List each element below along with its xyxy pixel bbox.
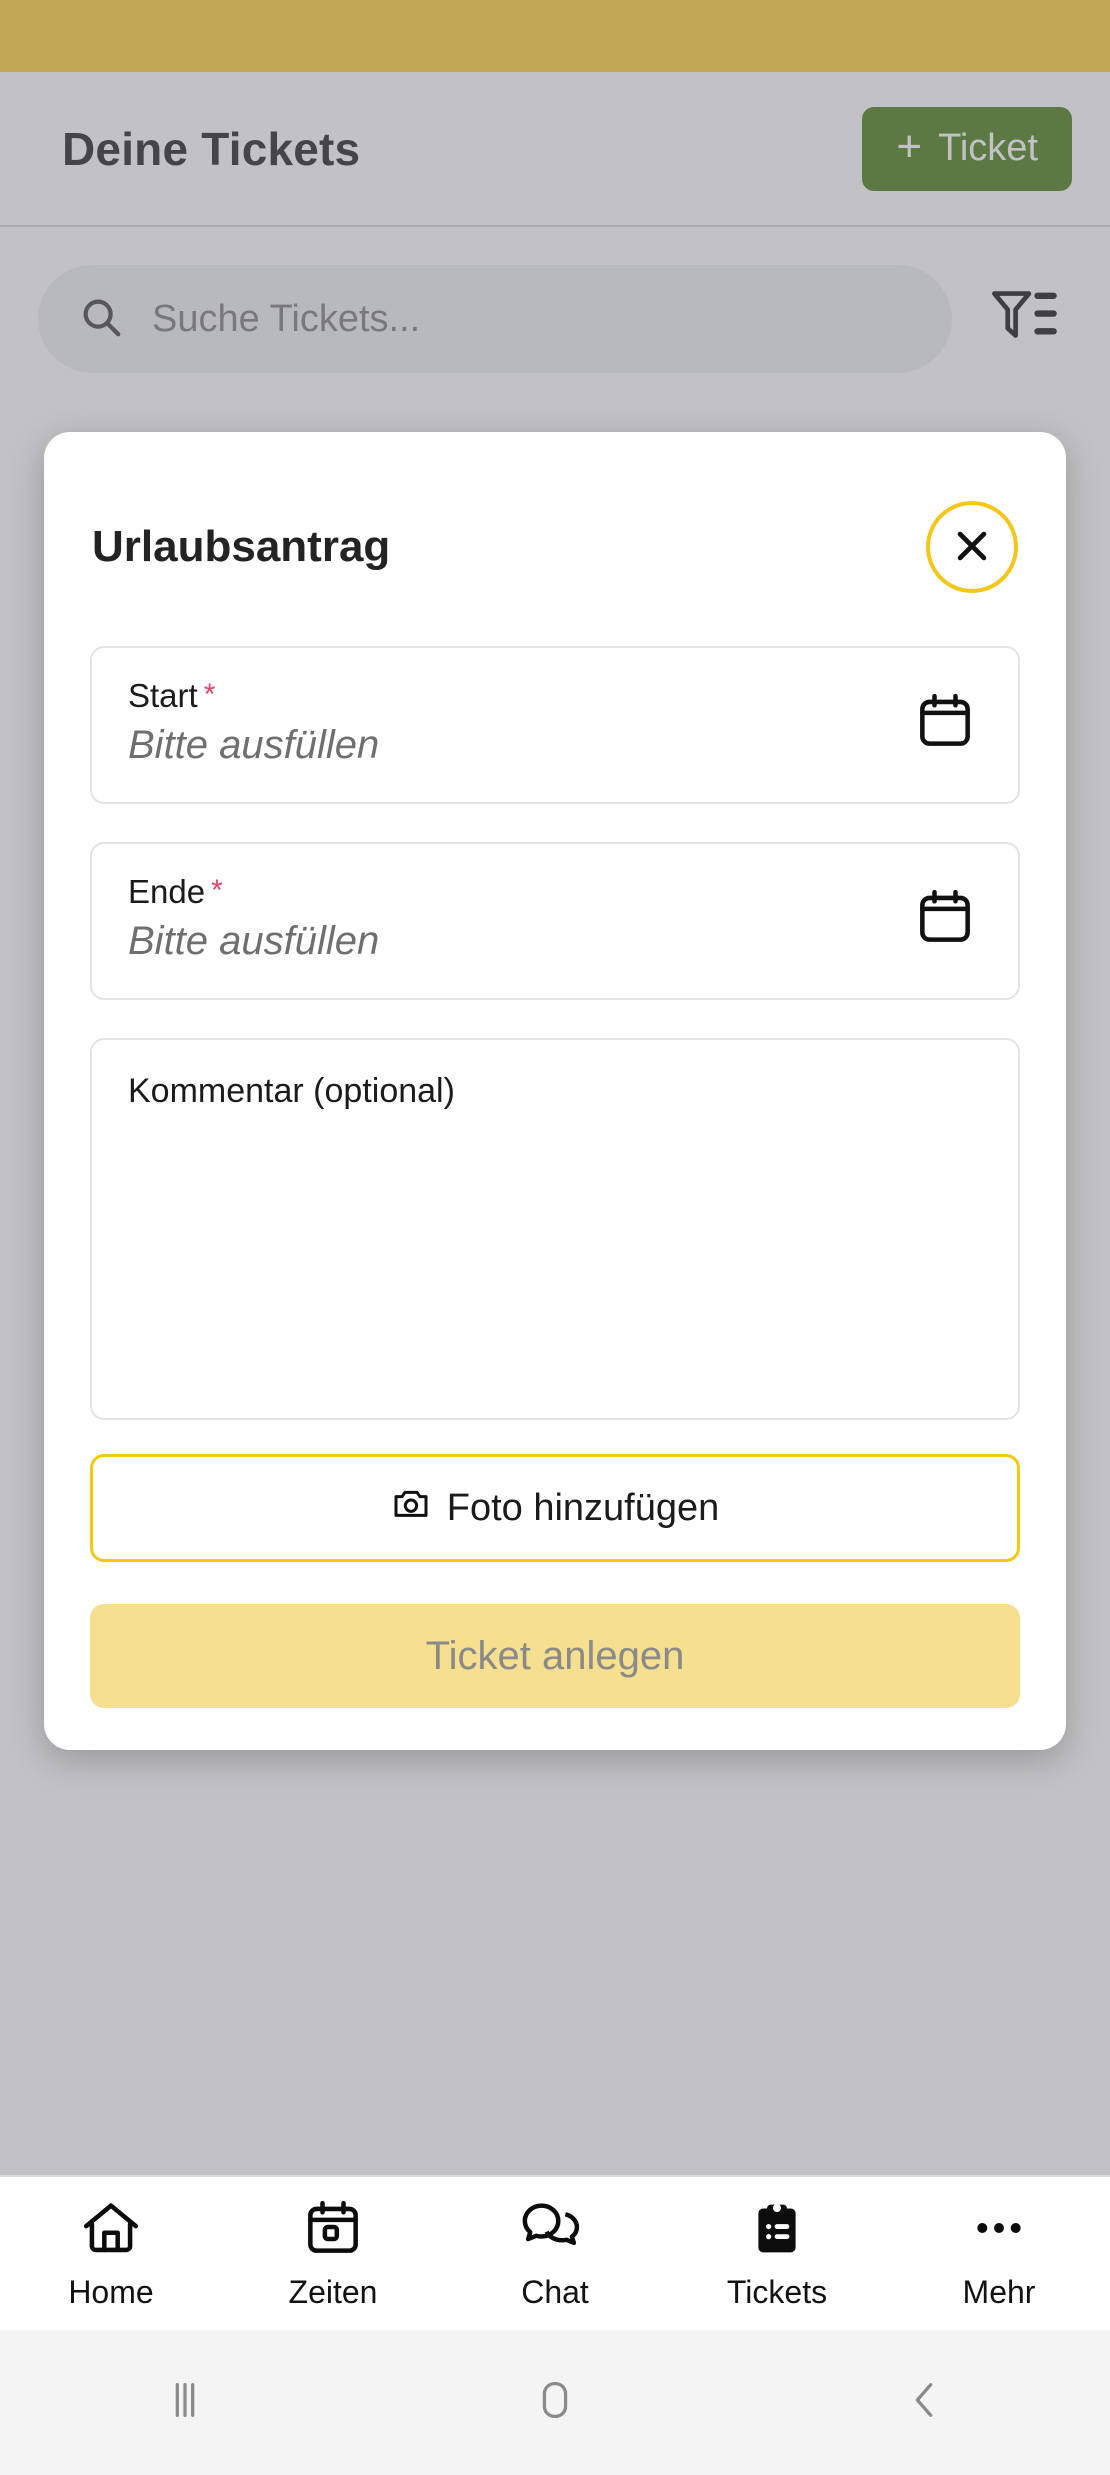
start-field-label-row: Start * [128,676,379,714]
comment-textarea[interactable]: Kommentar (optional) [90,1038,1020,1420]
required-asterisk: * [203,677,216,711]
end-field-label-row: Ende * [128,872,379,910]
modal-body: Start * Bitte ausfüllen Ende * Bitte aus… [44,602,1066,1708]
end-field-value: Bitte ausfüllen [128,919,380,964]
start-field-label: Start [128,676,198,714]
end-calendar-button[interactable] [914,886,982,953]
more-dots-icon [968,2197,1030,2264]
nav-label-tickets: Tickets [726,2273,828,2310]
close-modal-button[interactable] [926,501,1018,593]
calendar-icon [914,889,976,952]
recents-icon [162,2374,208,2431]
nav-item-home[interactable]: Home [0,2197,222,2311]
calendar-icon [914,693,976,756]
nav-label-mehr: Mehr [962,2273,1036,2310]
home-button[interactable] [370,2374,740,2431]
comment-placeholder: Kommentar (optional) [128,1072,455,1110]
start-calendar-button[interactable] [914,690,982,757]
start-date-field[interactable]: Start * Bitte ausfüllen [90,646,1020,804]
home-icon [80,2197,142,2264]
nav-item-tickets[interactable]: Tickets [666,2197,888,2311]
end-date-field[interactable]: Ende * Bitte ausfüllen [90,842,1020,1000]
nav-item-chat[interactable]: Chat [444,2197,666,2311]
back-chevron-icon [902,2374,948,2431]
required-asterisk: * [211,873,223,907]
recents-button[interactable] [0,2374,370,2431]
camera-icon [391,1483,431,1533]
chat-icon [522,2197,588,2264]
urlaubsantrag-modal: Urlaubsantrag Start * Bitte ausfüllen En… [44,432,1066,1750]
nav-item-mehr[interactable]: Mehr [888,2197,1110,2311]
system-navigation-bar [0,2330,1110,2475]
add-photo-label: Foto hinzufügen [446,1486,720,1529]
end-field-label: Ende [128,872,206,910]
submit-ticket-button[interactable]: Ticket anlegen [90,1604,1020,1708]
end-field-texts: Ende * Bitte ausfüllen [128,872,380,964]
start-field-value: Bitte ausfüllen [128,723,380,768]
modal-header: Urlaubsantrag [44,432,1066,602]
close-icon [950,524,994,571]
add-photo-button[interactable]: Foto hinzufügen [90,1454,1020,1562]
nav-label-home: Home [68,2273,154,2310]
home-square-icon [530,2374,580,2431]
nav-item-zeiten[interactable]: Zeiten [222,2197,444,2311]
calendar-icon [302,2197,364,2264]
clipboard-icon [746,2197,808,2264]
phone-screen: Deine Tickets + Ticket Suche Tickets... [0,0,1110,2475]
nav-label-zeiten: Zeiten [288,2273,378,2310]
modal-title: Urlaubsantrag [92,522,391,571]
start-field-texts: Start * Bitte ausfüllen [128,676,380,768]
back-button[interactable] [740,2374,1110,2431]
bottom-navigation-bar: Home Zeiten Chat Tickets Mehr [0,2175,1110,2330]
nav-label-chat: Chat [521,2273,589,2310]
